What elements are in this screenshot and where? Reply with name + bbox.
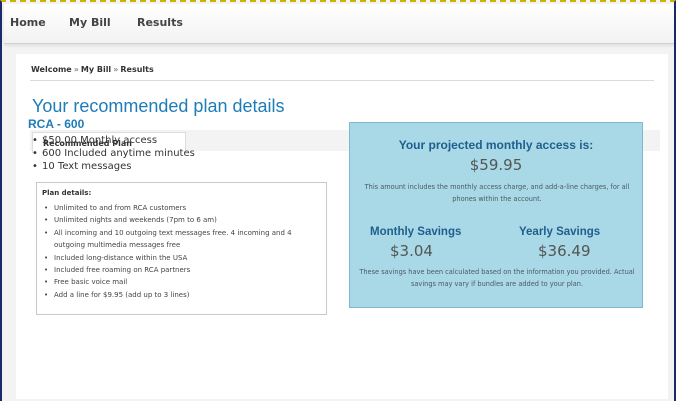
list-item: 10 Text messages <box>32 160 195 173</box>
breadcrumb-my-bill[interactable]: My Bill <box>81 65 111 74</box>
plan-name: RCA - 600 <box>28 117 85 131</box>
breadcrumb-separator: » <box>73 65 79 74</box>
breadcrumb-separator: » <box>113 65 119 74</box>
monthly-savings-label: Monthly Savings <box>370 226 462 238</box>
breadcrumb: Welcome» My Bill» Results <box>31 65 154 74</box>
yearly-savings-label: Yearly Savings <box>519 226 601 238</box>
projected-access-label: Your projected monthly access is: <box>398 138 594 152</box>
top-nav: Home My Bill Results <box>4 4 674 44</box>
projected-access-note: This amount includes the monthly access … <box>364 183 630 203</box>
plan-details-list: Unlimited to and from RCA customers Unli… <box>44 202 324 302</box>
list-item: Add a line for $9.95 (add up to 3 lines) <box>44 289 324 302</box>
page-title: Your recommended plan details <box>32 96 285 116</box>
browser-frame: Home My Bill Results Welcome» My Bill» Res… <box>0 0 676 401</box>
breadcrumb-results: Results <box>120 65 154 74</box>
list-item: 600 Included anytime minutes <box>32 147 195 160</box>
breadcrumb-welcome[interactable]: Welcome <box>31 65 72 74</box>
list-item: Unlimited to and from RCA customers <box>44 202 324 215</box>
projected-access-value: $59.95 <box>469 156 523 174</box>
list-item: Included free roaming on RCA partners <box>44 264 324 277</box>
yearly-savings-value: $36.49 <box>538 242 591 260</box>
list-item: Free basic voice mail <box>44 276 324 289</box>
plan-details-box: Plan details: Unlimited to and from RCA … <box>36 182 327 315</box>
plan-details-title: Plan details: <box>42 189 92 197</box>
nav-my-bill-link[interactable]: My Bill <box>69 16 111 29</box>
list-item: $50.00 Monthly access <box>32 134 195 147</box>
nav-home-link[interactable]: Home <box>10 16 46 29</box>
plan-features-list: $50.00 Monthly access 600 Included anyti… <box>32 134 195 173</box>
nav-results-link[interactable]: Results <box>137 16 183 29</box>
savings-note: These savings have been calculated based… <box>359 268 635 288</box>
monthly-savings-value: $3.04 <box>390 242 433 260</box>
savings-panel: Your projected monthly access is: $59.95… <box>349 122 643 308</box>
breadcrumb-divider <box>30 80 654 81</box>
list-item: Unlimited nights and weekends (7pm to 6 … <box>44 214 324 227</box>
list-item: All incoming and 10 outgoing text messag… <box>44 227 324 252</box>
list-item: Included long-distance within the USA <box>44 252 324 265</box>
